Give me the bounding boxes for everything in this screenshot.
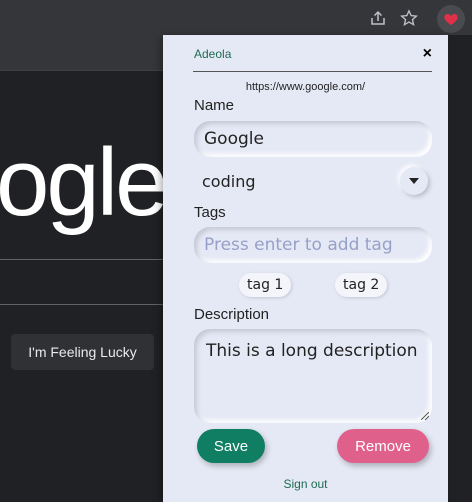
feeling-lucky-button[interactable]: I'm Feeling Lucky: [11, 334, 154, 370]
page-url: https://www.google.com/: [245, 81, 366, 93]
divider: [0, 304, 163, 305]
description-label: Description: [194, 306, 270, 323]
remove-button[interactable]: Remove: [337, 429, 429, 463]
google-logo: ogle: [0, 129, 168, 236]
description-textarea[interactable]: This is a long description: [194, 329, 432, 423]
browser-toolbar: [0, 0, 472, 36]
name-label: Name: [194, 97, 235, 114]
tag-chip[interactable]: tag 1: [239, 273, 292, 297]
sign-out-link[interactable]: Sign out: [163, 477, 448, 491]
page-edge: [448, 35, 472, 502]
star-icon[interactable]: [399, 8, 419, 28]
chevron-down-icon[interactable]: [400, 167, 428, 195]
save-button[interactable]: Save: [197, 429, 265, 463]
description-text: This is a long description: [206, 341, 418, 361]
tags-input[interactable]: Press enter to add tag: [194, 227, 432, 263]
extension-heart-icon[interactable]: [437, 5, 465, 33]
share-icon[interactable]: [368, 8, 388, 28]
tags-label: Tags: [194, 204, 226, 221]
category-select[interactable]: coding: [194, 167, 432, 197]
divider: [0, 259, 163, 260]
header-divider: [193, 71, 432, 72]
close-icon[interactable]: ×: [423, 45, 432, 63]
user-name: Adeola: [194, 47, 232, 61]
bookmark-popup: Adeola × https://www.google.com/ Name Go…: [163, 35, 448, 502]
tag-chip[interactable]: tag 2: [335, 273, 388, 297]
resize-handle-icon[interactable]: [421, 412, 429, 420]
name-input[interactable]: Google: [194, 121, 432, 157]
category-value: coding: [202, 172, 256, 191]
